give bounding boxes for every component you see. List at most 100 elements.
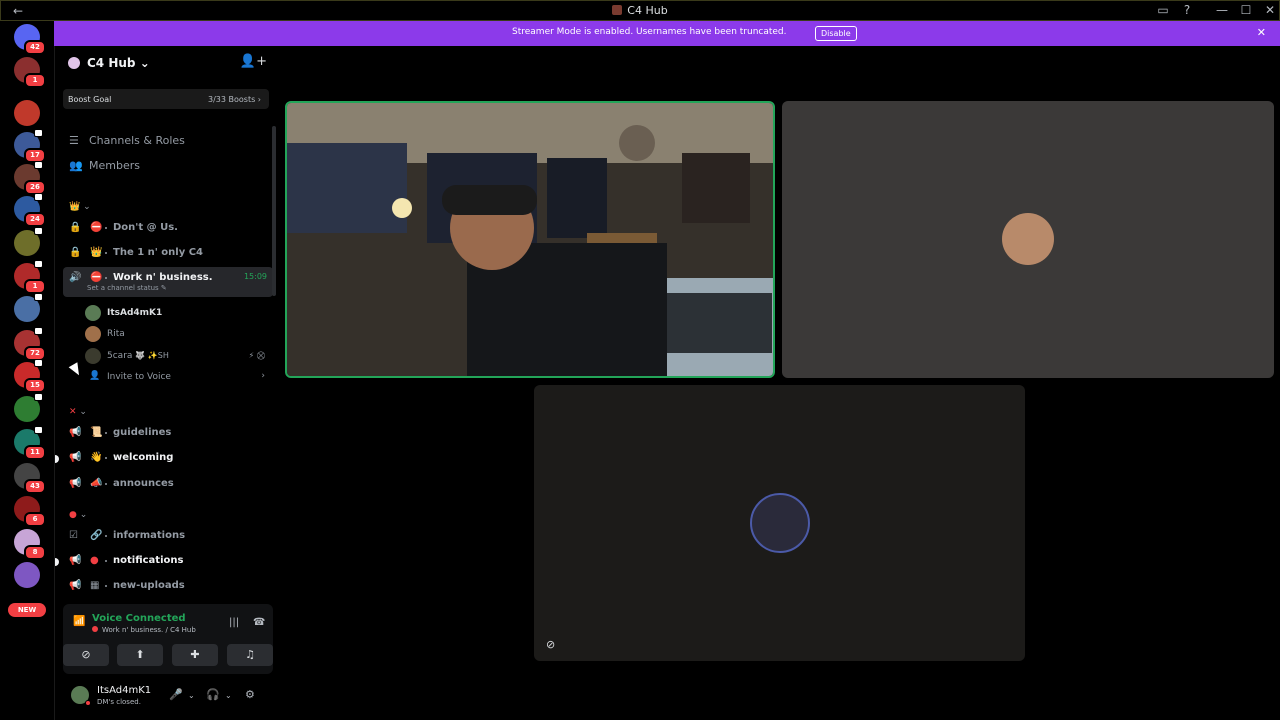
- voice-user-5cara[interactable]: 5cara 🐺 ✨SH ⚡ ⛒: [85, 348, 265, 366]
- add-member-icon[interactable]: 👤+: [240, 54, 267, 69]
- disable-streamer-mode-button[interactable]: Disable: [815, 26, 857, 41]
- disconnect-icon[interactable]: ☎: [253, 617, 265, 628]
- user-name[interactable]: ItsAd4mK1: [97, 685, 151, 696]
- boost-goal-label: Boost Goal: [68, 95, 112, 104]
- sidebar-scrollbar[interactable]: [272, 126, 276, 296]
- activities-icon[interactable]: ✚: [172, 644, 218, 666]
- server-icon[interactable]: 17: [14, 129, 46, 163]
- voice-tile-rita[interactable]: [782, 101, 1274, 378]
- voice-channel-the-1-n-only-c4[interactable]: 🔒 👑 The 1 n' only C4: [63, 242, 273, 264]
- webcam-video: [287, 103, 773, 376]
- mention-badge: 11: [24, 445, 46, 460]
- streamer-mode-banner: Streamer Mode is enabled. Usernames have…: [54, 21, 1280, 46]
- channel-name: The 1 n' only C4: [113, 247, 204, 258]
- server-icon[interactable]: 26: [14, 161, 46, 195]
- minimize-button[interactable]: —: [1214, 3, 1230, 17]
- soundboard-icon[interactable]: ♫: [227, 644, 273, 666]
- set-channel-status[interactable]: Set a channel status ✎: [87, 284, 167, 292]
- lock-icon: 🔒: [69, 222, 82, 233]
- channel-name: Don't @ Us.: [113, 222, 178, 233]
- unread-indicator: [55, 455, 59, 463]
- invite-to-voice[interactable]: 👤 Invite to Voice ›: [85, 369, 265, 387]
- voice-connected-subtitle[interactable]: Work n' business. / C4 Hub: [92, 626, 196, 634]
- new-unreads-badge[interactable]: NEW: [8, 603, 46, 617]
- server-name: C4 Hub ⌄: [87, 56, 150, 70]
- server-icon[interactable]: 6: [14, 496, 46, 527]
- discord-home-icon[interactable]: 42: [14, 24, 46, 55]
- avatar[interactable]: [71, 686, 91, 706]
- close-banner-icon[interactable]: ✕: [1257, 26, 1266, 39]
- server-icon[interactable]: 1: [14, 260, 46, 294]
- voice-activity-icon: [34, 426, 43, 434]
- text-channel-notifications[interactable]: 📢 ● notifications: [55, 550, 273, 572]
- voice-stage: ⊘: [278, 46, 1280, 720]
- inbox-icon[interactable]: ▭: [1155, 3, 1171, 17]
- user-panel: ItsAd4mK1 DM's closed. 🎤 ⌄ 🎧 ⌄ ⚙: [55, 676, 279, 720]
- text-channel-announces[interactable]: 📢 📣 announces: [63, 473, 273, 495]
- speaker-icon: 🔊: [69, 272, 82, 283]
- voice-activity-icon: [34, 359, 43, 367]
- close-window-button[interactable]: ✕: [1262, 3, 1278, 17]
- server-icon[interactable]: 72: [14, 327, 46, 361]
- mic-options-chevron-icon[interactable]: ⌄: [188, 691, 195, 700]
- text-channel-guidelines[interactable]: 📢 📜 guidelines: [63, 422, 273, 444]
- category-crossed[interactable]: ✕ ⌄: [69, 407, 87, 417]
- server-icon[interactable]: 11: [14, 426, 46, 460]
- channel-name: informations: [113, 530, 186, 541]
- server-icon[interactable]: 43: [14, 463, 46, 494]
- voice-activity-icon: [34, 193, 43, 201]
- server-icon[interactable]: 24: [14, 193, 46, 227]
- signal-icon[interactable]: 📶: [73, 616, 85, 627]
- help-icon[interactable]: ?: [1179, 3, 1195, 17]
- boost-goal-bar[interactable]: Boost Goal 3/33 Boosts ›: [63, 89, 269, 109]
- banner-message: Streamer Mode is enabled. Usernames have…: [512, 27, 787, 37]
- window-titlebar: ← C4 Hub ▭ ? — ☐ ✕: [0, 0, 1280, 21]
- announcement-icon: 📢: [69, 452, 82, 463]
- text-channel-welcoming[interactable]: 📢 👋 welcoming: [55, 447, 273, 469]
- camera-off-icon[interactable]: ⊘: [63, 644, 109, 666]
- headset-icon[interactable]: 🎧: [206, 688, 220, 701]
- channel-name: Work n' business.: [113, 272, 213, 283]
- voice-channel-dont-at-us[interactable]: 🔒 ⛔ Don't @ Us.: [63, 217, 273, 239]
- mention-badge: 43: [24, 479, 46, 494]
- server-header[interactable]: C4 Hub ⌄ 👤+: [55, 46, 279, 80]
- nav-channels-roles[interactable]: ☰ Channels & Roles: [69, 134, 185, 147]
- channel-name: announces: [113, 478, 174, 489]
- noise-suppression-icon[interactable]: |||: [229, 617, 239, 628]
- announcement-icon: 📢: [69, 427, 82, 438]
- voice-tile-5cara[interactable]: ⊘: [534, 385, 1025, 661]
- mafia-server-icon[interactable]: [14, 100, 40, 126]
- voice-activity-icon: [34, 327, 43, 335]
- channel-name: notifications: [113, 555, 184, 566]
- microphone-icon[interactable]: 🎤: [169, 688, 183, 701]
- settings-gear-icon[interactable]: ⚙: [245, 688, 255, 701]
- text-channel-new-uploads[interactable]: 📢 ▦ new-uploads: [63, 575, 273, 597]
- server-icon[interactable]: [14, 562, 40, 588]
- unread-indicator: [55, 558, 59, 566]
- server-icon[interactable]: 8: [14, 529, 46, 560]
- server-icon[interactable]: [14, 227, 43, 256]
- screen-share-icon[interactable]: ⬆: [117, 644, 163, 666]
- voice-status-icons: ⚡ ⛒: [248, 351, 265, 360]
- add-user-icon: 👤: [89, 371, 101, 381]
- server-icon[interactable]: [14, 393, 43, 422]
- maximize-button[interactable]: ☐: [1238, 3, 1254, 17]
- voice-activity-icon: [34, 227, 43, 235]
- nav-members[interactable]: 👥 Members: [69, 159, 140, 172]
- announcement-icon: 📢: [69, 580, 82, 591]
- server-icon[interactable]: [14, 293, 43, 322]
- server-logo-icon: [612, 5, 623, 15]
- category-crown[interactable]: 👑 ⌄: [69, 202, 91, 212]
- voice-channel-work-n-business[interactable]: 🔊 ⛔ Work n' business. 15:09 Set a channe…: [63, 267, 273, 297]
- video-tile-itsad4mk1[interactable]: [285, 101, 775, 378]
- mention-badge: 24: [24, 212, 46, 227]
- server-icon[interactable]: 1: [14, 57, 46, 88]
- avatar: [750, 493, 810, 553]
- headset-options-chevron-icon[interactable]: ⌄: [225, 691, 232, 700]
- mention-badge: 42: [24, 40, 46, 55]
- voice-connected-title[interactable]: Voice Connected: [92, 613, 186, 624]
- server-icon[interactable]: 15: [14, 359, 46, 393]
- category-red-dot[interactable]: ● ⌄: [69, 510, 87, 520]
- channel-time: 15:09: [243, 272, 267, 281]
- text-channel-informations[interactable]: ☑ 🔗 informations: [63, 525, 273, 547]
